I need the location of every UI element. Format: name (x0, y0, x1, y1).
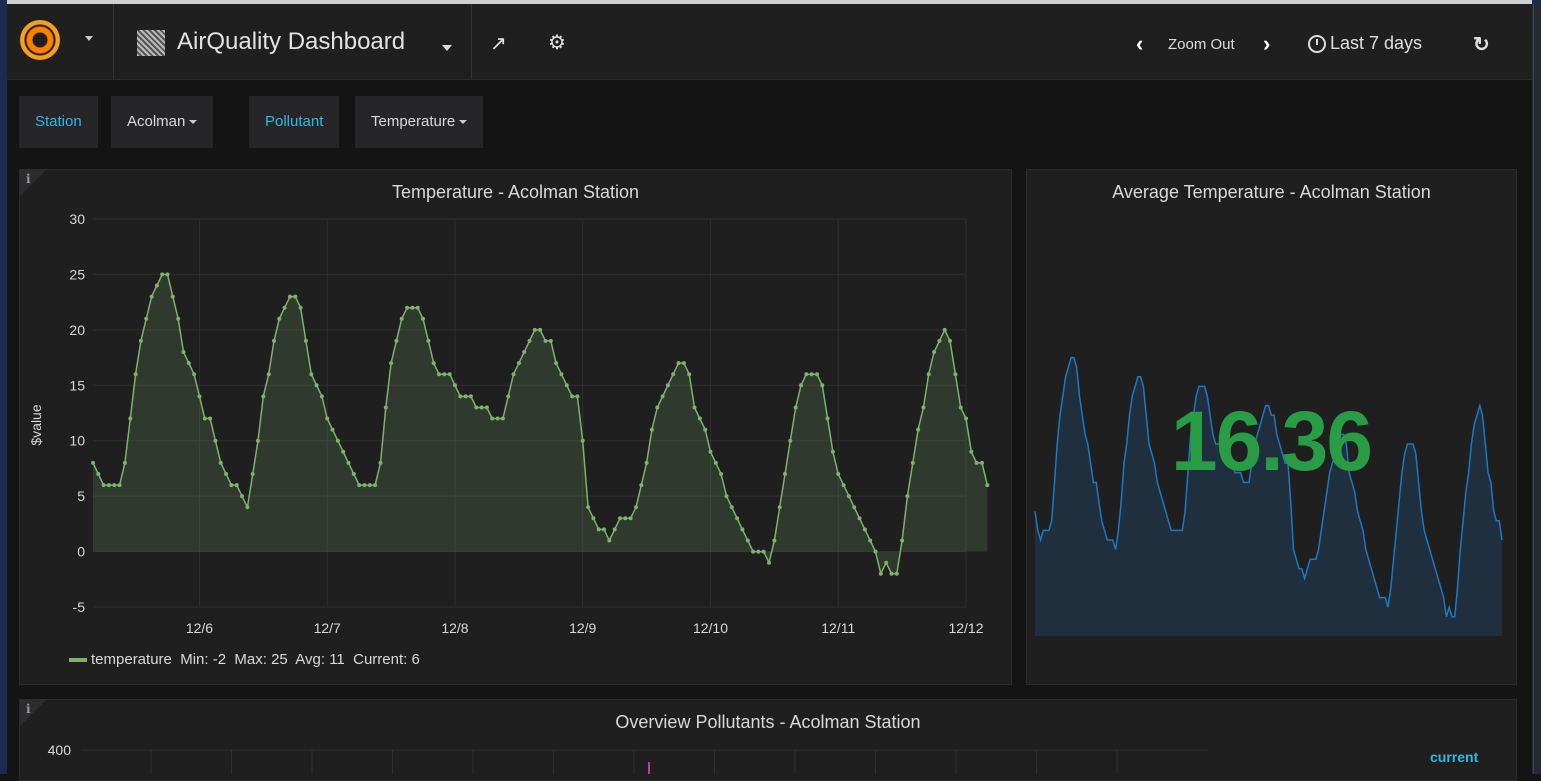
legend-column-header[interactable]: current (1430, 749, 1478, 765)
overview-chart[interactable]: 400 (0, 0, 1541, 774)
y-tick-label: 400 (48, 742, 72, 758)
